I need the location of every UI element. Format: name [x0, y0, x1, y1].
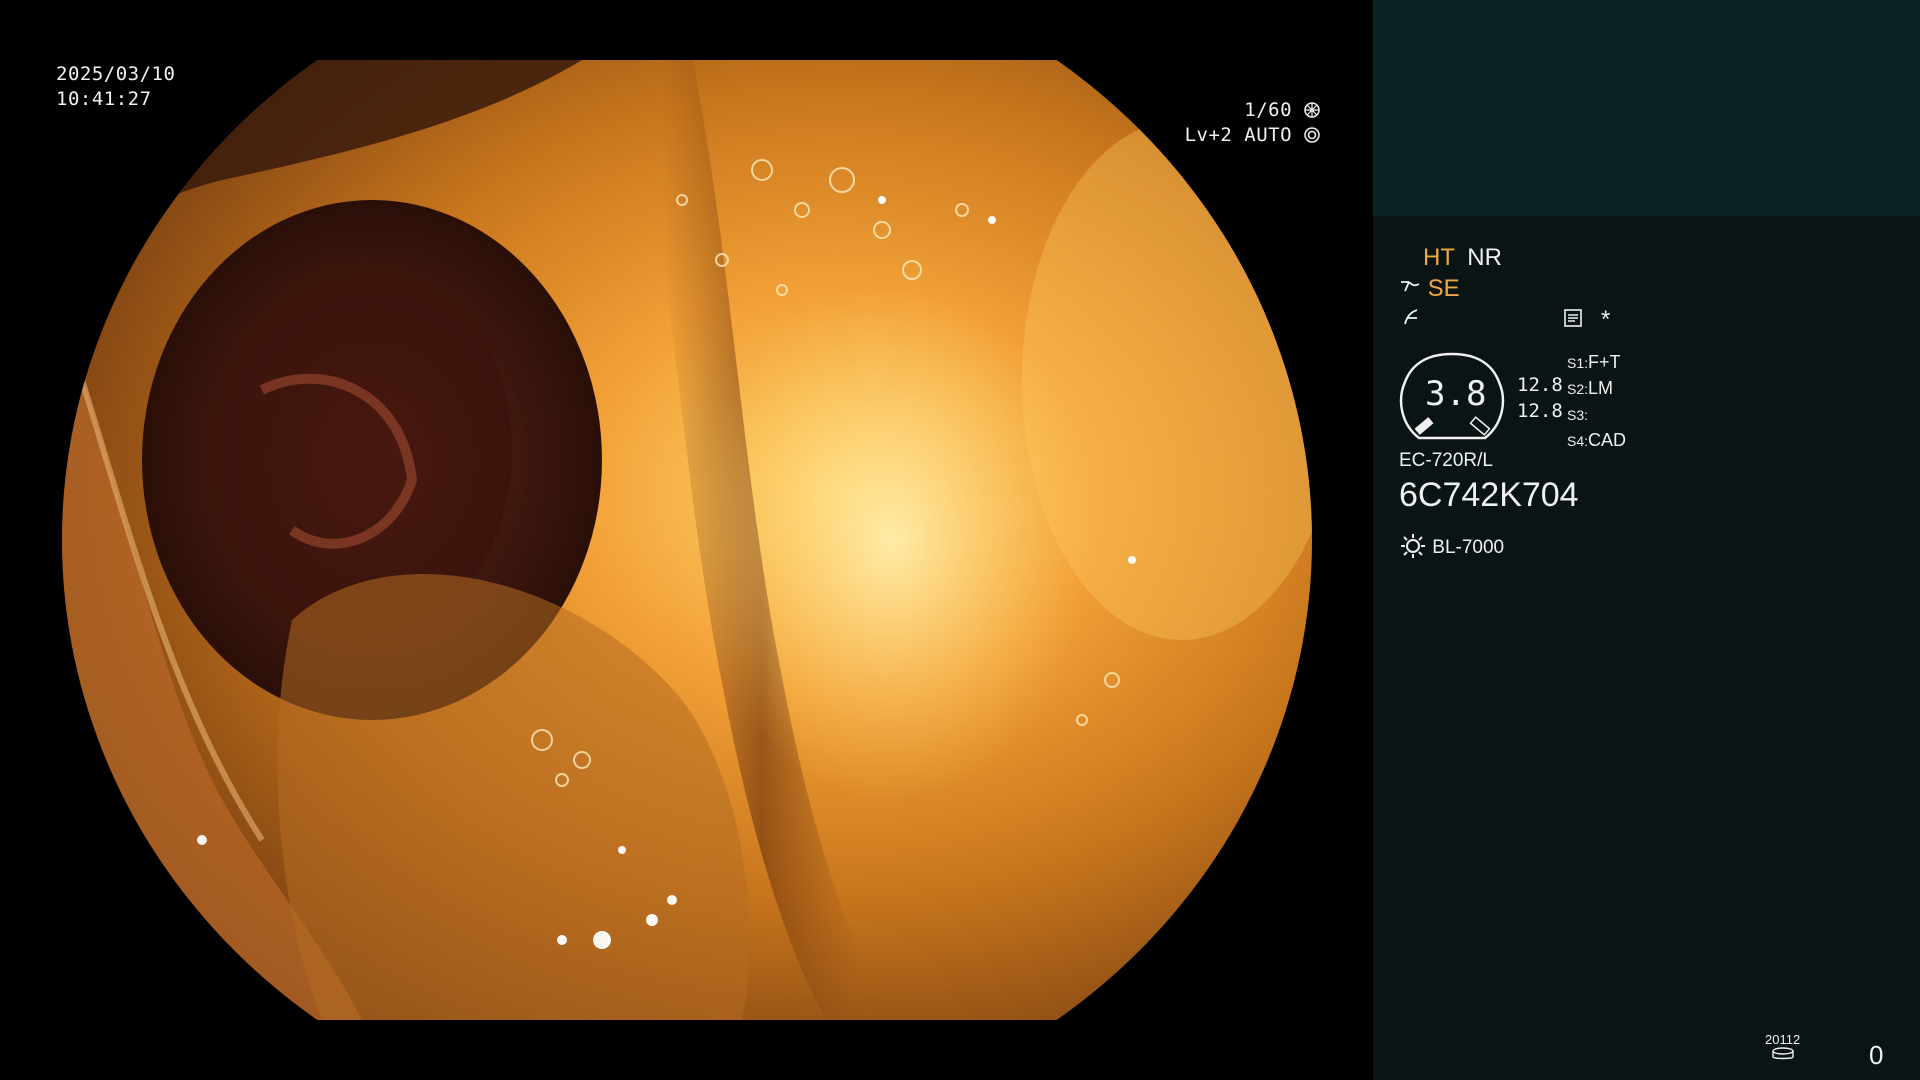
dial-readout: 12.8 12.8 — [1517, 372, 1563, 424]
light-source-icon — [1399, 532, 1427, 560]
switch-value: CAD — [1588, 430, 1627, 450]
switch-value: LM — [1588, 378, 1614, 398]
curve-icon — [1401, 306, 1423, 334]
shutter-label: 1/60 — [1244, 99, 1293, 121]
info-panel: HT NR SE * 3.8 12.8 12.8 S1:F+T S2:LM S3… — [1373, 0, 1920, 1080]
switch-row: S2:LM — [1567, 376, 1626, 402]
switch-row: S3: — [1567, 402, 1626, 428]
switch-row: S4:CAD — [1567, 428, 1626, 454]
panel-header-area — [1373, 0, 1920, 216]
nr-indicator: NR — [1467, 244, 1502, 271]
exposure-block: 1/60 Lv+2 AUTO — [1185, 98, 1320, 148]
switch-key: S1: — [1567, 355, 1589, 371]
structure-enhance-icon — [1399, 274, 1421, 292]
switch-row: S1:F+T — [1567, 350, 1626, 376]
switch-list: S1:F+T S2:LM S3: S4:CAD — [1567, 350, 1626, 454]
capture-counter: 0 — [1869, 1040, 1884, 1070]
datetime-block: 2025/03/10 10:41:27 — [56, 62, 175, 112]
date-label: 2025/03/10 — [56, 63, 176, 85]
light-source-label: BL-7000 — [1432, 537, 1505, 558]
ht-indicator: HT — [1423, 244, 1455, 271]
time-label: 10:41:27 — [56, 88, 152, 110]
storage-icon — [1765, 1047, 1800, 1064]
switch-key: S2: — [1567, 381, 1589, 397]
scope-serial: 6C742K704 — [1399, 476, 1579, 514]
settings-memo-icon — [1563, 308, 1583, 333]
asterisk-indicator: * — [1601, 306, 1611, 333]
dial-readout-2: 12.8 — [1517, 400, 1563, 422]
colon-lumen-image — [62, 60, 1312, 1020]
se-row: SE — [1399, 274, 1460, 303]
level-mode-label: Lv+2 AUTO — [1184, 124, 1293, 146]
se-indicator: SE — [1427, 275, 1460, 302]
scope-model: EC-720R/L — [1399, 450, 1493, 471]
shutter-icon — [1304, 100, 1320, 118]
switch-key: S3: — [1567, 407, 1589, 423]
switch-value: F+T — [1588, 352, 1621, 372]
endoscope-view: 2025/03/10 10:41:27 1/60 Lv+2 AUTO — [0, 0, 1372, 1080]
iris-icon — [1304, 125, 1320, 143]
switch-key: S4: — [1567, 433, 1589, 449]
dial-value: 3.8 — [1425, 374, 1487, 414]
storage-block: 20112 — [1765, 1032, 1800, 1064]
mode-row: HT NR — [1423, 244, 1502, 272]
dial-readout-1: 12.8 — [1517, 374, 1563, 396]
storage-count: 20112 — [1765, 1032, 1801, 1047]
endoscopic-image — [62, 60, 1312, 1020]
light-source-row: BL-7000 — [1399, 532, 1504, 560]
